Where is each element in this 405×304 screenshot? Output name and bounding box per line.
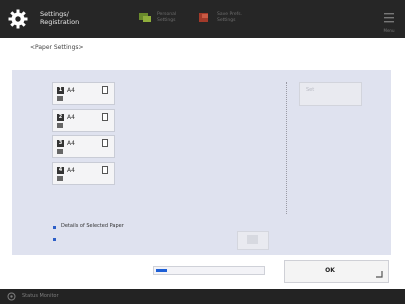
details-bullet-icon <box>53 226 56 229</box>
drawer-number-badge: 1 <box>57 87 64 94</box>
set-button[interactable]: Set <box>299 82 362 106</box>
save-prefs-settings-button[interactable]: Save Prefs. Settings <box>198 12 242 23</box>
paper-level-icon <box>57 149 63 154</box>
status-bar[interactable]: Status Monitor <box>0 289 405 304</box>
panel-divider <box>286 82 287 214</box>
paper-drawer-4[interactable]: 4 A4 <box>52 162 115 185</box>
ok-button[interactable]: OK <box>284 260 389 283</box>
paper-orientation-icon <box>102 139 108 147</box>
menu-button[interactable]: Menu <box>381 9 397 33</box>
page-title: <Paper Settings> <box>30 44 84 51</box>
details-bullet-icon <box>53 238 56 241</box>
app-title: Settings/ Registration <box>40 10 80 26</box>
details-of-selected-paper: Details of Selected Paper <box>61 223 124 229</box>
paper-size-label: A4 <box>67 114 75 121</box>
paper-details-button[interactable] <box>237 231 269 250</box>
paper-orientation-icon <box>102 166 108 174</box>
progress-bar <box>153 266 265 275</box>
menu-icon <box>384 13 394 23</box>
paper-size-label: A4 <box>67 140 75 147</box>
personal-settings-label-1: Personal <box>157 12 177 17</box>
drawer-number-badge: 3 <box>57 140 64 147</box>
paper-level-icon <box>57 123 63 128</box>
save-prefs-label-2: Settings <box>217 17 236 23</box>
paper-settings-panel: 1 A4 2 A4 3 A4 4 A4 Set Details of Selec… <box>12 70 391 255</box>
personal-settings-button[interactable]: Personal Settings <box>138 12 176 23</box>
menu-label: Menu <box>383 28 395 33</box>
paper-size-label: A4 <box>67 87 75 94</box>
paper-drawer-1[interactable]: 1 A4 <box>52 82 115 105</box>
paper-drawer-2[interactable]: 2 A4 <box>52 109 115 132</box>
paper-orientation-icon <box>102 113 108 121</box>
paper-level-icon <box>57 96 63 101</box>
drawer-number-badge: 4 <box>57 167 64 174</box>
paper-tray-icon <box>247 235 258 244</box>
ok-button-label: OK <box>325 267 335 274</box>
save-prefs-label-1: Save Prefs. <box>217 12 242 17</box>
top-bar: Settings/ Registration Personal Settings… <box>0 0 405 38</box>
status-monitor-icon <box>7 292 16 301</box>
progress-fill <box>156 269 167 272</box>
corner-arrow-icon <box>376 271 383 278</box>
app-title-line2: Registration <box>40 17 80 26</box>
save-prefs-icon <box>199 13 208 22</box>
status-monitor-label: Status Monitor <box>22 293 59 299</box>
paper-drawer-3[interactable]: 3 A4 <box>52 135 115 158</box>
paper-orientation-icon <box>102 86 108 94</box>
drawer-number-badge: 2 <box>57 114 64 121</box>
set-button-label: Set <box>306 87 315 93</box>
paper-size-label: A4 <box>67 167 75 174</box>
paper-level-icon <box>57 176 63 181</box>
settings-gear-icon <box>8 9 28 29</box>
personal-settings-icon <box>139 13 151 22</box>
personal-settings-label-2: Settings <box>157 17 176 23</box>
